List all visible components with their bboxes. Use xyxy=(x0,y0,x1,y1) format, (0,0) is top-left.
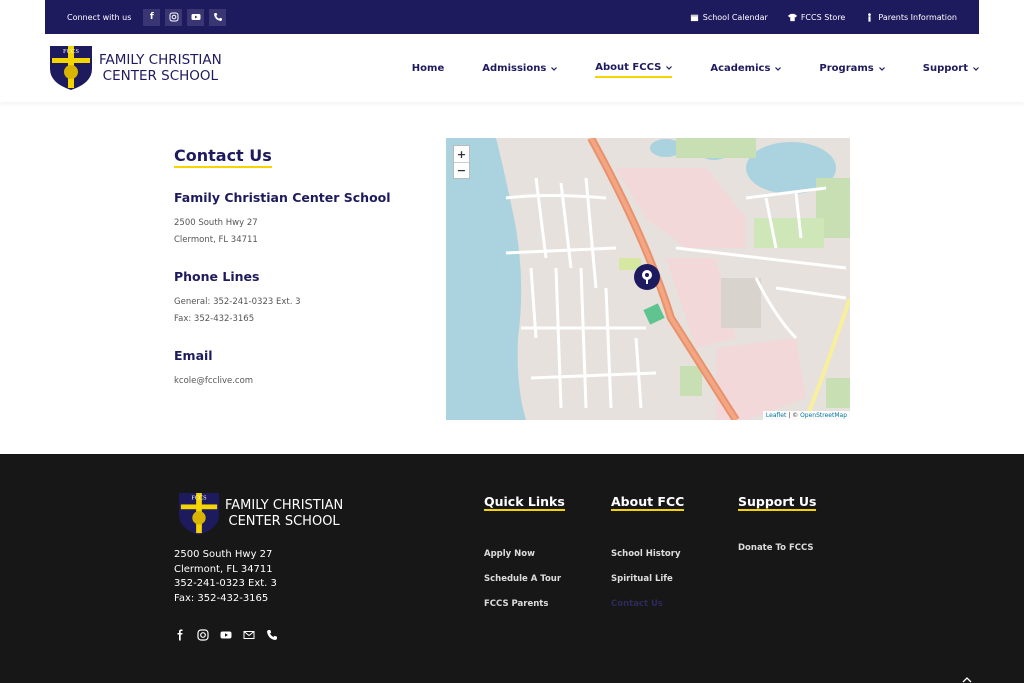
donate-link[interactable]: Donate To FCCS xyxy=(738,543,816,553)
footer-address-line: Clermont, FL 34711 xyxy=(174,563,273,575)
nav-academics[interactable]: Academics xyxy=(710,62,782,78)
contact-section: Contact Us Family Christian Center Schoo… xyxy=(174,146,424,390)
school-calendar-link[interactable]: School Calendar xyxy=(690,13,768,22)
school-calendar-label: School Calendar xyxy=(702,12,768,22)
nav-admissions[interactable]: Admissions xyxy=(482,62,558,78)
fccs-parents-link[interactable]: FCCS Parents xyxy=(484,599,565,609)
instagram-icon[interactable] xyxy=(197,626,209,645)
address-line-1: 2500 South Hwy 27 xyxy=(174,218,258,228)
nav-home[interactable]: Home xyxy=(412,62,444,78)
chevron-down-icon xyxy=(775,66,782,71)
footer-social xyxy=(174,626,278,645)
phone-fax: Fax: 352-432-3165 xyxy=(174,314,255,324)
school-history-link[interactable]: School History xyxy=(611,549,684,559)
logo-line-1: FAMILY CHRISTIAN xyxy=(99,52,222,68)
email-heading: Email xyxy=(174,348,213,363)
footer-address: 2500 South Hwy 27 Clermont, FL 34711 352… xyxy=(174,548,277,606)
schedule-tour-link[interactable]: Schedule A Tour xyxy=(484,574,565,584)
email-link[interactable]: kcole@fcclive.com xyxy=(174,376,253,386)
nav-programs[interactable]: Programs xyxy=(819,62,885,78)
zoom-in-button[interactable]: + xyxy=(454,146,469,162)
parents-information-label: Parents Information xyxy=(878,12,957,22)
phone-icon[interactable] xyxy=(209,8,227,26)
phone-icon[interactable] xyxy=(266,626,278,645)
leaflet-link[interactable]: Leaflet xyxy=(766,412,786,419)
nav-about-fccs[interactable]: About FCCS xyxy=(595,62,673,78)
youtube-icon[interactable] xyxy=(187,8,205,26)
about-heading: About FCC xyxy=(611,494,685,511)
fccs-store-link[interactable]: FCCS Store xyxy=(787,12,846,22)
facebook-icon[interactable] xyxy=(174,626,186,645)
site-logo[interactable]: FCCS FAMILY CHRISTIAN CENTER SCHOOL xyxy=(49,45,222,91)
quick-links-heading: Quick Links xyxy=(484,494,565,511)
fccs-store-label: FCCS Store xyxy=(800,12,846,22)
map-attribution: Leaflet | © OpenStreetMap xyxy=(762,411,850,420)
footer-logo[interactable]: FCCS FAMILY CHRISTIAN CENTER SCHOOL xyxy=(178,492,343,536)
logo-line-2: CENTER SCHOOL xyxy=(102,68,219,84)
map-zoom-control: + − xyxy=(453,145,470,179)
footer-phone: 352-241-0323 Ext. 3 xyxy=(174,578,277,589)
footer-fax: Fax: 352-432-3165 xyxy=(174,592,269,604)
footer-address-line: 2500 South Hwy 27 xyxy=(174,549,273,560)
location-map[interactable]: + − Leaflet | © OpenStreetMap xyxy=(446,138,850,420)
site-footer: FCCS FAMILY CHRISTIAN CENTER SCHOOL 2500… xyxy=(0,454,1024,683)
facebook-icon[interactable]: f xyxy=(143,8,161,26)
osm-link[interactable]: OpenStreetMap xyxy=(800,412,847,419)
contact-us-link[interactable]: Contact Us xyxy=(611,599,684,609)
youtube-icon[interactable] xyxy=(220,626,232,645)
chevron-down-icon xyxy=(551,66,558,71)
address-block: 2500 South Hwy 27 Clermont, FL 34711 xyxy=(174,215,424,249)
nav-support[interactable]: Support xyxy=(923,62,979,78)
footer-support: Support Us Donate To FCCS xyxy=(738,491,817,568)
footer-logo-line-2: CENTER SCHOOL xyxy=(228,514,340,529)
support-heading: Support Us xyxy=(738,494,817,511)
email-block: kcole@fcclive.com xyxy=(174,373,424,390)
page-title: Contact Us xyxy=(174,146,272,168)
footer-about: About FCC School History Spiritual Life … xyxy=(611,491,685,624)
chevron-down-icon xyxy=(878,66,885,71)
connect-label: Connect with us xyxy=(67,12,132,22)
top-bar: Connect with us f School Calendar FCCS S… xyxy=(45,0,979,34)
zoom-out-button[interactable]: − xyxy=(454,162,469,178)
attribution-separator: | © xyxy=(786,412,801,419)
footer-logo-wordmark: FAMILY CHRISTIAN CENTER SCHOOL xyxy=(225,498,343,530)
parents-information-link[interactable]: Parents Information xyxy=(865,13,957,22)
chevron-up-icon[interactable] xyxy=(957,676,977,683)
calendar-icon xyxy=(690,14,698,21)
map-marker-icon[interactable] xyxy=(634,264,660,290)
mail-icon[interactable] xyxy=(243,626,255,645)
footer-quick-links: Quick Links Apply Now Schedule A Tour FC… xyxy=(484,491,565,624)
site-header: FCCS FAMILY CHRISTIAN CENTER SCHOOL Home… xyxy=(0,34,1024,102)
phone-block: General: 352-241-0323 Ext. 3 Fax: 352-43… xyxy=(174,294,424,328)
person-icon xyxy=(868,12,872,22)
svg-text:FCCS: FCCS xyxy=(191,495,207,502)
school-heading: Family Christian Center School xyxy=(174,190,391,205)
shield-crest-icon: FCCS xyxy=(178,493,220,535)
phone-general: General: 352-241-0323 Ext. 3 xyxy=(174,297,301,307)
shield-crest-icon: FCCS xyxy=(50,46,92,90)
main-nav: Home Admissions About FCCS Academics Pro… xyxy=(374,62,979,78)
chevron-down-icon xyxy=(666,65,673,70)
instagram-icon[interactable] xyxy=(165,8,183,26)
logo-wordmark: FAMILY CHRISTIAN CENTER SCHOOL xyxy=(99,52,222,84)
chevron-down-icon xyxy=(973,66,979,71)
phone-heading: Phone Lines xyxy=(174,269,260,284)
address-line-2: Clermont, FL 34711 xyxy=(174,235,258,245)
footer-logo-line-1: FAMILY CHRISTIAN xyxy=(225,498,344,513)
svg-text:FCCS: FCCS xyxy=(63,48,79,55)
apply-now-link[interactable]: Apply Now xyxy=(484,549,565,559)
tshirt-icon xyxy=(787,13,797,21)
spiritual-life-link[interactable]: Spiritual Life xyxy=(611,574,684,584)
